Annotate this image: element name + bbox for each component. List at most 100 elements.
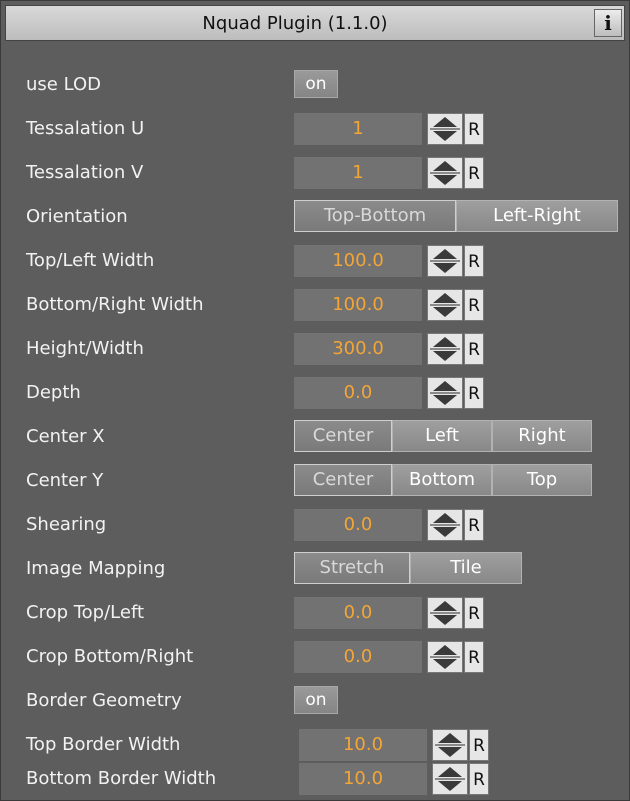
depth-spinner[interactable] [427, 377, 463, 409]
tessalation-v-field[interactable]: 1 [294, 157, 422, 189]
tessalation-v-label: Tessalation V [26, 162, 144, 183]
panel-titlebar: Nquad Plugin (1.1.0) i [5, 5, 625, 41]
tessalation-u-spinner[interactable] [427, 113, 463, 145]
spin-down-icon[interactable] [433, 175, 457, 185]
spin-down-icon[interactable] [433, 351, 457, 361]
bottom-right-width-spinner[interactable] [427, 289, 463, 321]
top-left-width-spinner[interactable] [427, 245, 463, 277]
orientation-label: Orientation [26, 206, 128, 227]
row-top-left-width: Top/Left Width 100.0 R [1, 241, 630, 281]
shearing-field[interactable]: 0.0 [294, 509, 422, 541]
bottom-border-width-field[interactable]: 10.0 [299, 763, 427, 795]
center-y-label: Center Y [26, 470, 104, 491]
bottom-right-width-reset-button[interactable]: R [464, 289, 484, 321]
center-y-bottom-button[interactable]: Bottom [392, 464, 492, 496]
center-x-right-button[interactable]: Right [492, 420, 592, 452]
row-crop-top-left: Crop Top/Left 0.0 R [1, 593, 630, 633]
depth-reset-button[interactable]: R [464, 377, 484, 409]
crop-bottom-right-reset-button[interactable]: R [464, 641, 484, 673]
info-button[interactable]: i [594, 9, 622, 37]
spin-up-icon[interactable] [433, 381, 457, 391]
tessalation-v-spinner[interactable] [427, 157, 463, 189]
plugin-panel: Nquad Plugin (1.1.0) i use LOD on Tessal… [0, 0, 630, 801]
row-center-y: Center Y Center Bottom Top [1, 461, 630, 501]
spin-up-icon[interactable] [433, 513, 457, 523]
spin-up-icon[interactable] [438, 767, 462, 777]
image-mapping-tile-button[interactable]: Tile [410, 552, 522, 584]
tessalation-u-field[interactable]: 1 [294, 113, 422, 145]
spin-up-icon[interactable] [433, 293, 457, 303]
row-depth: Depth 0.0 R [1, 373, 630, 413]
orientation-left-right-button[interactable]: Left-Right [456, 200, 618, 232]
bottom-right-width-field[interactable]: 100.0 [294, 289, 422, 321]
top-border-width-spinner[interactable] [432, 729, 468, 761]
spin-up-icon[interactable] [433, 645, 457, 655]
row-shearing: Shearing 0.0 R [1, 505, 630, 545]
bottom-border-width-spinner[interactable] [432, 763, 468, 795]
row-bottom-right-width: Bottom/Right Width 100.0 R [1, 285, 630, 325]
center-x-center-button[interactable]: Center [294, 420, 392, 452]
spin-down-icon[interactable] [433, 263, 457, 273]
center-x-left-button[interactable]: Left [392, 420, 492, 452]
spin-down-icon[interactable] [433, 307, 457, 317]
spin-up-icon[interactable] [433, 601, 457, 611]
crop-top-left-field[interactable]: 0.0 [294, 597, 422, 629]
top-border-width-reset-button[interactable]: R [469, 729, 489, 761]
spinner-divider [435, 778, 465, 780]
spin-up-icon[interactable] [433, 117, 457, 127]
spinner-divider [430, 524, 460, 526]
center-y-center-button[interactable]: Center [294, 464, 392, 496]
spinner-divider [430, 612, 460, 614]
height-width-field[interactable]: 300.0 [294, 333, 422, 365]
panel-title: Nquad Plugin (1.1.0) [202, 13, 388, 34]
row-center-x: Center X Center Left Right [1, 417, 630, 457]
spin-down-icon[interactable] [433, 615, 457, 625]
top-border-width-field[interactable]: 10.0 [299, 729, 427, 761]
spin-up-icon[interactable] [433, 249, 457, 259]
spin-down-icon[interactable] [438, 781, 462, 791]
row-tessalation-u: Tessalation U 1 R [1, 109, 630, 149]
height-width-reset-button[interactable]: R [464, 333, 484, 365]
bottom-border-width-label: Bottom Border Width [26, 768, 217, 789]
spin-up-icon[interactable] [433, 337, 457, 347]
use-lod-toggle[interactable]: on [294, 70, 338, 98]
row-height-width: Height/Width 300.0 R [1, 329, 630, 369]
bottom-border-width-reset-button[interactable]: R [469, 763, 489, 795]
row-crop-bottom-right: Crop Bottom/Right 0.0 R [1, 637, 630, 677]
crop-bottom-right-spinner[interactable] [427, 641, 463, 673]
spin-down-icon[interactable] [433, 131, 457, 141]
spin-down-icon[interactable] [433, 395, 457, 405]
row-bottom-border-width: Bottom Border Width 10.0 R [1, 759, 630, 799]
depth-label: Depth [26, 382, 81, 403]
spin-up-icon[interactable] [433, 161, 457, 171]
spin-down-icon[interactable] [438, 747, 462, 757]
spin-up-icon[interactable] [438, 733, 462, 743]
crop-top-left-spinner[interactable] [427, 597, 463, 629]
orientation-top-bottom-button[interactable]: Top-Bottom [294, 200, 456, 232]
tessalation-u-reset-button[interactable]: R [464, 113, 484, 145]
spin-down-icon[interactable] [433, 659, 457, 669]
image-mapping-label: Image Mapping [26, 558, 166, 579]
image-mapping-stretch-button[interactable]: Stretch [294, 552, 410, 584]
border-geometry-label: Border Geometry [26, 690, 182, 711]
spinner-divider [430, 392, 460, 394]
spinner-divider [435, 744, 465, 746]
center-y-top-button[interactable]: Top [492, 464, 592, 496]
spin-down-icon[interactable] [433, 527, 457, 537]
row-tessalation-v: Tessalation V 1 R [1, 153, 630, 193]
top-left-width-reset-button[interactable]: R [464, 245, 484, 277]
crop-bottom-right-field[interactable]: 0.0 [294, 641, 422, 673]
height-width-spinner[interactable] [427, 333, 463, 365]
shearing-reset-button[interactable]: R [464, 509, 484, 541]
spinner-divider [430, 260, 460, 262]
border-geometry-toggle[interactable]: on [294, 686, 338, 714]
center-x-label: Center X [26, 426, 105, 447]
tessalation-v-reset-button[interactable]: R [464, 157, 484, 189]
crop-top-left-reset-button[interactable]: R [464, 597, 484, 629]
tessalation-u-label: Tessalation U [26, 118, 145, 139]
depth-field[interactable]: 0.0 [294, 377, 422, 409]
spinner-divider [430, 348, 460, 350]
shearing-label: Shearing [26, 514, 107, 535]
shearing-spinner[interactable] [427, 509, 463, 541]
top-left-width-field[interactable]: 100.0 [294, 245, 422, 277]
